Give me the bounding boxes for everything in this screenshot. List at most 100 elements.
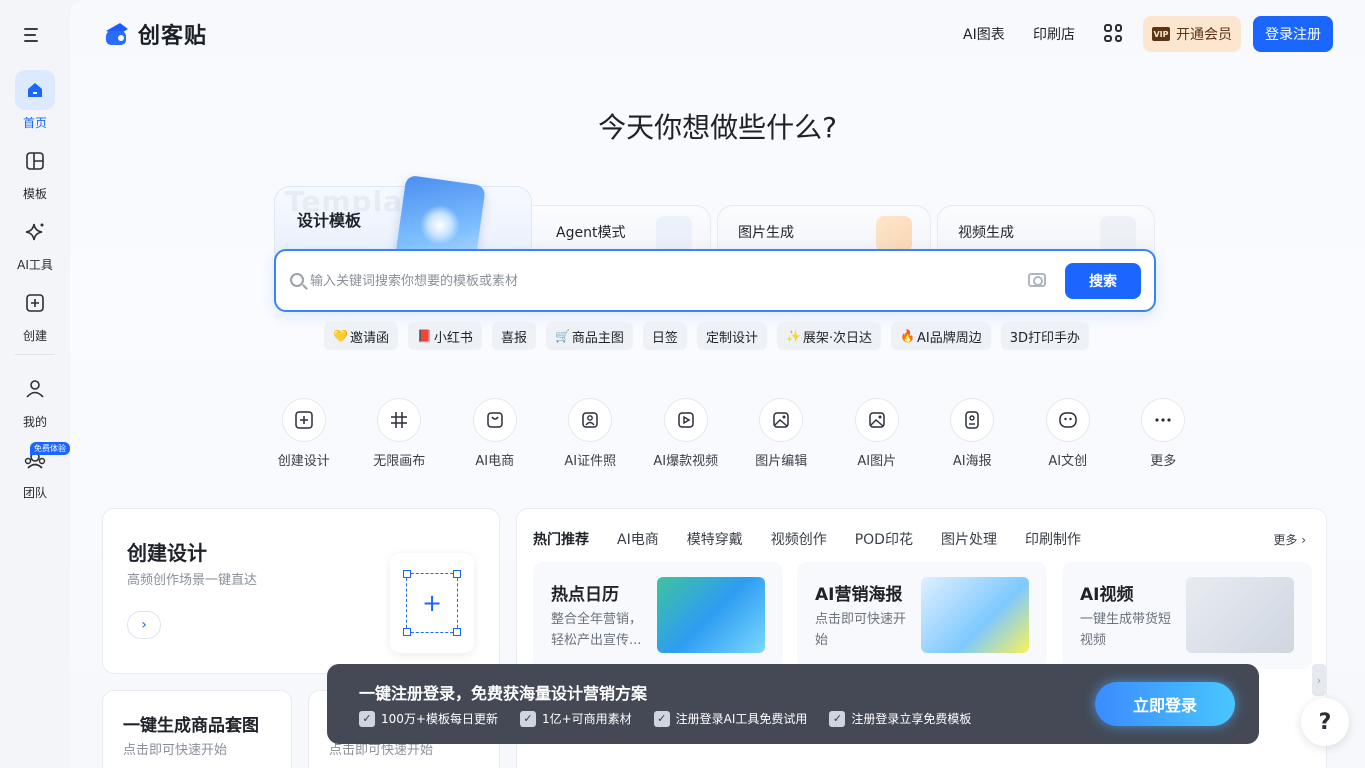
calendar-thumbnail [657, 577, 765, 653]
fire-icon: 🔥 [900, 329, 915, 343]
video-thumbnail [1186, 577, 1294, 653]
tool-label: AI爆款视频 [653, 454, 719, 469]
more-link[interactable]: 更多 › [1273, 531, 1306, 548]
tool-ai-poster[interactable]: AI海报 [925, 398, 1021, 469]
chip-label: 邀请函 [349, 330, 389, 346]
tool-ai-image[interactable]: AI图片 [829, 398, 925, 469]
promo-feature: ✓ 注册登录立享免费模板 [829, 710, 971, 727]
nav-link-ai-chart[interactable]: AI图表 [963, 24, 1005, 44]
tool-label: AI证件照 [564, 454, 617, 469]
feature-label: 100万+模板每日更新 [381, 712, 498, 726]
card-subtitle: 整合全年营销，轻松产出宣传... [551, 612, 643, 648]
card-subtitle: 高频创作场景一键直达 [127, 573, 258, 588]
chip-daily-card[interactable]: 日签 [642, 322, 687, 350]
chevron-right-icon: › [1301, 533, 1306, 547]
image-icon [854, 398, 899, 442]
free-trial-badge: 免费体验 [30, 442, 70, 455]
check-icon: ✓ [653, 710, 670, 727]
help-button[interactable]: ? [1301, 698, 1349, 746]
menu-toggle-icon[interactable] [24, 24, 46, 46]
vip-label: 开通会员 [1176, 27, 1232, 43]
tool-image-edit[interactable]: 图片编辑 [734, 398, 830, 469]
card-ai-marketing-poster[interactable]: AI营销海报 点击即可快速开始 [797, 562, 1047, 669]
check-icon: ✓ [829, 710, 846, 727]
tab-hot-recommend[interactable]: 热门推荐 [533, 529, 589, 551]
chevron-right-icon[interactable]: › [127, 611, 161, 639]
tool-ai-ecommerce[interactable]: AI电商 [447, 398, 543, 469]
login-promo-bar: 一键注册登录，免费获海量设计营销方案 ✓ 100万+模板每日更新 ✓ 1亿+可商用素… [327, 664, 1259, 744]
sidebar-item-home[interactable]: 首页 [7, 70, 63, 131]
home-icon [15, 70, 55, 110]
tool-label: AI文创 [1048, 454, 1088, 469]
sidebar-item-mine[interactable]: 我的 [7, 369, 63, 430]
chip-custom-design[interactable]: 定制设计 [696, 322, 767, 350]
tool-more[interactable]: 更多 [1116, 398, 1212, 469]
tab-ai-ecommerce[interactable]: AI电商 [617, 529, 659, 549]
card-title: 一键生成商品套图 [123, 716, 259, 736]
sidebar-item-label: 模板 [22, 187, 47, 201]
poster-icon [950, 398, 995, 442]
chip-3d-print[interactable]: 3D打印手办 [1000, 322, 1090, 350]
sidebar-item-create[interactable]: 创建 [7, 283, 63, 344]
vip-icon: VIP [1152, 27, 1170, 41]
tab-pod-print[interactable]: POD印花 [855, 529, 913, 549]
chip-xiaohongshu[interactable]: 📕 小红书 [407, 322, 482, 350]
more-label: 更多 [1273, 533, 1298, 547]
chip-product-image[interactable]: 🛒 商品主图 [545, 322, 633, 350]
create-design-card[interactable]: 创建设计 高频创作场景一键直达 › + [102, 508, 500, 674]
agent-decoration-icon [656, 216, 692, 252]
tool-infinite-canvas[interactable]: 无限画布 [352, 398, 448, 469]
tab-image-process[interactable]: 图片处理 [941, 529, 997, 549]
plus-icon: + [421, 589, 443, 617]
user-icon [15, 369, 55, 409]
chip-ai-brand-merch[interactable]: 🔥 AI品牌周边 [891, 322, 991, 350]
page-title: 今天你想做些什么? [598, 111, 837, 144]
create-illustration: + [390, 553, 474, 653]
tab-print-production[interactable]: 印刷制作 [1025, 529, 1081, 549]
nav-link-print-shop[interactable]: 印刷店 [1033, 24, 1075, 44]
tool-label: 创建设计 [277, 454, 330, 469]
chip-label: 定制设计 [705, 330, 758, 346]
promo-title: 一键注册登录，免费获海量设计营销方案 [359, 684, 648, 703]
feature-label: 注册登录AI工具免费试用 [675, 712, 808, 726]
search-input[interactable] [310, 267, 1010, 295]
logo[interactable]: 创客贴 [102, 18, 207, 50]
apps-grid-icon[interactable] [1104, 24, 1122, 42]
login-now-button[interactable]: 立即登录 [1095, 682, 1235, 726]
sidebar-item-label: 我的 [22, 415, 47, 429]
shopping-bag-icon [472, 398, 517, 442]
vip-button[interactable]: VIP 开通会员 [1143, 16, 1241, 52]
tool-create-design[interactable]: 创建设计 [256, 398, 352, 469]
image-gen-decoration-icon [876, 216, 912, 252]
sidebar-item-templates[interactable]: 模板 [7, 141, 63, 202]
tab-model-wear[interactable]: 模特穿戴 [687, 529, 743, 549]
sparkle-icon: ✨ [785, 329, 801, 343]
image-edit-icon [759, 398, 804, 442]
search-button[interactable]: 搜索 [1065, 263, 1141, 299]
card-subtitle: 点击即可快速开始 [123, 743, 228, 758]
chip-label: 商品主图 [571, 330, 624, 346]
product-set-card[interactable]: 一键生成商品套图 点击即可快速开始 [102, 690, 292, 768]
tool-label: 更多 [1150, 454, 1177, 469]
chip-display-stand[interactable]: ✨ 展架·次日达 [776, 322, 882, 350]
login-register-button[interactable]: 登录注册 [1253, 16, 1333, 52]
chevron-right-icon[interactable]: › [1312, 664, 1326, 696]
heart-icon: 💛 [333, 329, 348, 343]
video-gen-decoration-icon [1100, 216, 1136, 252]
chip-good-news[interactable]: 喜报 [491, 322, 536, 350]
card-ai-video[interactable]: AI视频 一键生成带货短视频 [1062, 562, 1312, 669]
tool-ai-viral-video[interactable]: AI爆款视频 [638, 398, 734, 469]
video-icon [663, 398, 708, 442]
tool-ai-creative[interactable]: AI文创 [1020, 398, 1116, 469]
camera-icon[interactable] [1028, 273, 1046, 287]
chip-label: 展架·次日达 [802, 330, 873, 346]
card-title: AI营销海报 [815, 585, 903, 605]
tool-ai-id-photo[interactable]: AI证件照 [543, 398, 639, 469]
tab-video-creation[interactable]: 视频创作 [771, 529, 827, 549]
card-title: 创建设计 [127, 541, 207, 565]
chip-invitation[interactable]: 💛 邀请函 [324, 322, 398, 350]
card-hot-calendar[interactable]: 热点日历 整合全年营销，轻松产出宣传... [533, 562, 783, 669]
chip-label: 喜报 [500, 330, 527, 346]
sidebar-item-ai-tools[interactable]: AI工具 [7, 212, 63, 273]
hot-keyword-chips: 💛 邀请函 📕 小红书 喜报 🛒 商品主图 日签 定制设计 ✨ 展架·次日达 🔥 AI品牌… [324, 322, 1090, 350]
